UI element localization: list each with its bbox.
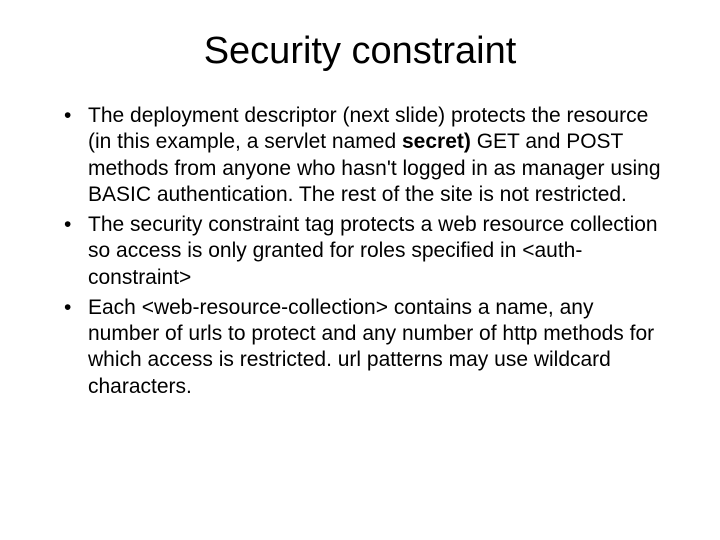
bullet-item: The security constraint tag protects a w… [60, 212, 670, 291]
bullet-item: The deployment descriptor (next slide) p… [60, 103, 670, 208]
bullet-text-bold: secret) [402, 130, 471, 153]
bullet-text-pre: Each <web-resource-collection> contains … [88, 296, 654, 398]
slide-title: Security constraint [40, 30, 680, 73]
bullet-text-pre: The security constraint tag protects a w… [88, 213, 658, 289]
slide: Security constraint The deployment descr… [0, 0, 720, 540]
bullet-list: The deployment descriptor (next slide) p… [60, 103, 670, 400]
bullet-item: Each <web-resource-collection> contains … [60, 295, 670, 400]
